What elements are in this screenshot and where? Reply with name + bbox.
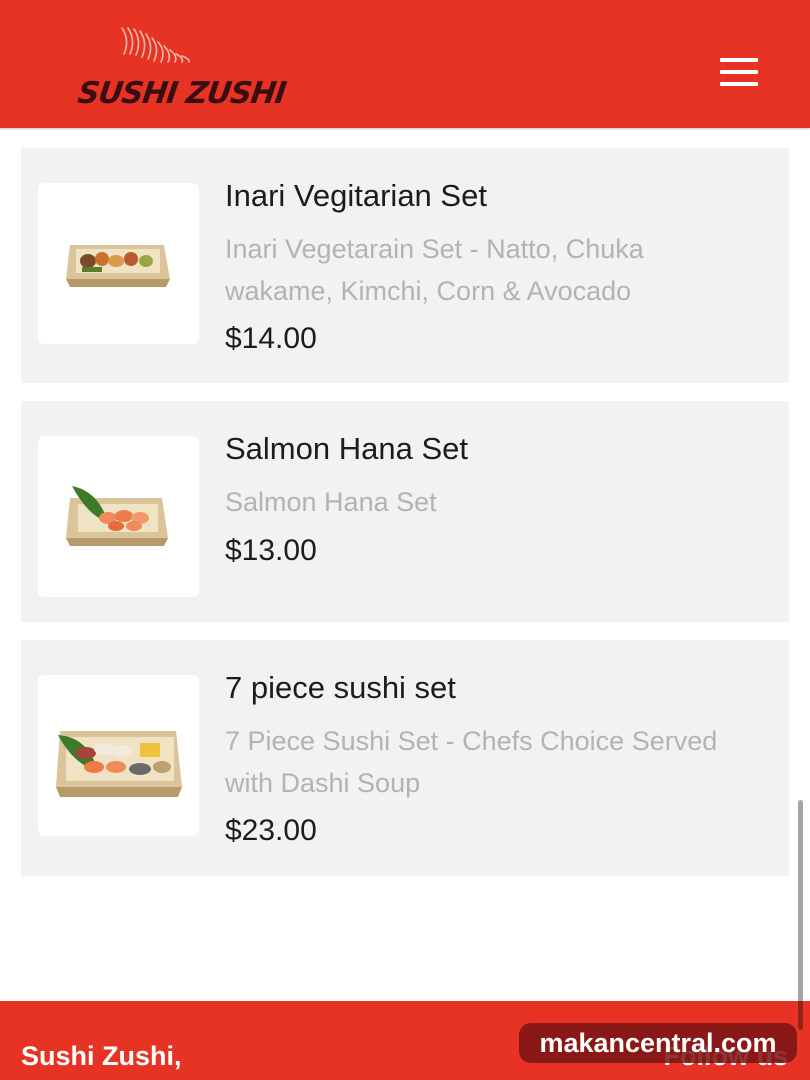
item-description: Inari Vegetarain Set - Natto, Chuka waka…: [225, 234, 644, 306]
menu-icon-bar: [720, 82, 758, 86]
watermark-badge: makancentral.com: [519, 1023, 797, 1063]
item-image: [38, 675, 199, 836]
item-description: 7 Piece Sushi Set - Chefs Choice Served …: [225, 726, 718, 798]
item-title: Salmon Hana Set: [225, 431, 468, 466]
item-price: $14.00: [225, 322, 317, 355]
logo-wordmark: SUSHI ZUSHI: [75, 76, 288, 111]
menu-item-card[interactable]: 7 piece sushi set 7 Piece Sushi Set - Ch…: [21, 640, 789, 876]
app-header: SUSHI ZUSHI: [0, 0, 810, 128]
footer-restaurant-name: Sushi Zushi,: [21, 1041, 182, 1071]
item-title: 7 piece sushi set: [225, 670, 456, 705]
scrollbar[interactable]: [798, 800, 803, 1030]
item-image: [38, 183, 199, 344]
hamburger-menu-icon: [720, 58, 758, 62]
hamburger-menu-button[interactable]: [712, 52, 764, 92]
item-description: Salmon Hana Set: [225, 487, 437, 517]
item-price: $23.00: [225, 814, 317, 847]
item-image: [38, 436, 199, 597]
item-price: $13.00: [225, 534, 317, 567]
page: SUSHI ZUSHI Inari Vegitarian Set Inari V…: [0, 0, 810, 1080]
menu-item-card[interactable]: Salmon Hana Set Salmon Hana Set $13.00: [21, 401, 789, 622]
sushi-box-icon: [66, 245, 170, 287]
item-title: Inari Vegitarian Set: [225, 178, 487, 213]
menu-item-card[interactable]: Inari Vegitarian Set Inari Vegetarain Se…: [21, 148, 789, 383]
menu-icon-bar: [720, 70, 758, 74]
logo-waves-icon: [121, 27, 190, 63]
sushi-box-icon: [56, 731, 182, 797]
brand-logo[interactable]: SUSHI ZUSHI: [76, 24, 288, 116]
sushi-box-icon: [66, 486, 168, 546]
